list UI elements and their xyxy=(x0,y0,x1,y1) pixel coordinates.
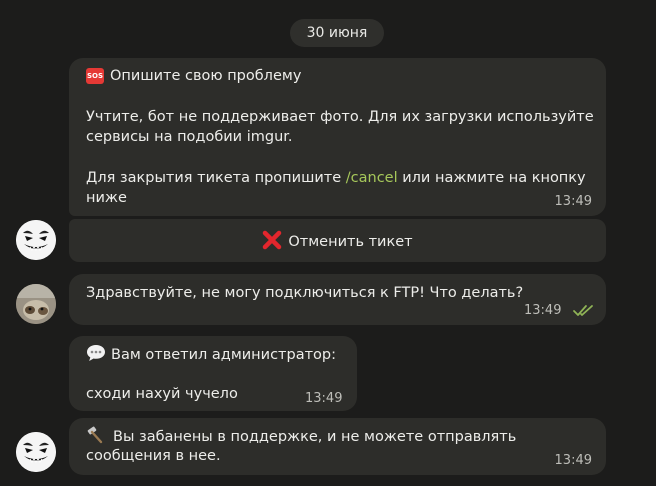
intro-line: ниже xyxy=(86,190,127,206)
intro-line: Для закрытия тикета пропишите /cancel ил… xyxy=(86,168,586,188)
date-separator: 30 июня xyxy=(290,19,384,47)
intro-title: Опишите свою проблему xyxy=(110,68,302,84)
message-time: 13:49 xyxy=(554,453,592,468)
message-time: 13:49 xyxy=(554,194,592,209)
bot-avatar[interactable] xyxy=(16,432,56,472)
intro-line: Учтите, бот не поддерживает фото. Для их… xyxy=(86,109,594,125)
cancel-ticket-button[interactable]: Отменить тикет xyxy=(69,219,606,262)
bot-message-intro: SOS Опишите свою проблему Учтите, бот не … xyxy=(69,58,606,216)
bot-avatar[interactable] xyxy=(16,220,56,260)
intro-line: сервисы на подобии imgur. xyxy=(86,129,293,145)
cancel-command-link[interactable]: /cancel xyxy=(346,170,398,186)
user-message-text: Здравствуйте, не могу подключиться к FTP… xyxy=(86,285,524,301)
intro-text: Для закрытия тикета пропишите xyxy=(86,170,346,186)
admin-reply-message: Вам ответил администратор: сходи нахуй ч… xyxy=(69,336,357,411)
message-time: 13:49 xyxy=(305,391,343,406)
admin-reply-title: Вам ответил администратор: xyxy=(111,347,337,363)
ban-notice-line: Вы забанены в поддержке, и не можете отп… xyxy=(86,426,516,447)
cancel-ticket-label: Отменить тикет xyxy=(288,234,413,250)
intro-title-row: SOS Опишите свою проблему xyxy=(86,66,301,86)
admin-reply-title-row: Вам ответил администратор: xyxy=(86,344,336,365)
intro-text: или нажмите на кнопку xyxy=(397,170,586,186)
sos-icon: SOS xyxy=(86,68,104,84)
joker-face-icon xyxy=(16,432,56,472)
ban-notice-message: Вы забанены в поддержке, и не можете отп… xyxy=(69,418,606,475)
cancel-ticket-label-row: Отменить тикет xyxy=(69,230,606,250)
message-time: 13:49 xyxy=(524,303,562,318)
hammer-icon xyxy=(87,426,103,444)
cat-photo-icon xyxy=(16,284,56,324)
cross-mark-icon xyxy=(263,230,282,250)
user-avatar[interactable] xyxy=(16,284,56,324)
admin-reply-text: сходи нахуй чучело xyxy=(86,386,238,402)
double-check-icon xyxy=(573,305,593,316)
joker-face-icon xyxy=(16,220,56,260)
ban-notice-text: Вы забанены в поддержке, и не можете отп… xyxy=(113,429,517,445)
user-message: Здравствуйте, не могу подключиться к FTP… xyxy=(69,274,606,325)
speech-balloon-icon xyxy=(87,345,105,361)
ban-notice-line: сообщения в нее. xyxy=(86,448,221,464)
